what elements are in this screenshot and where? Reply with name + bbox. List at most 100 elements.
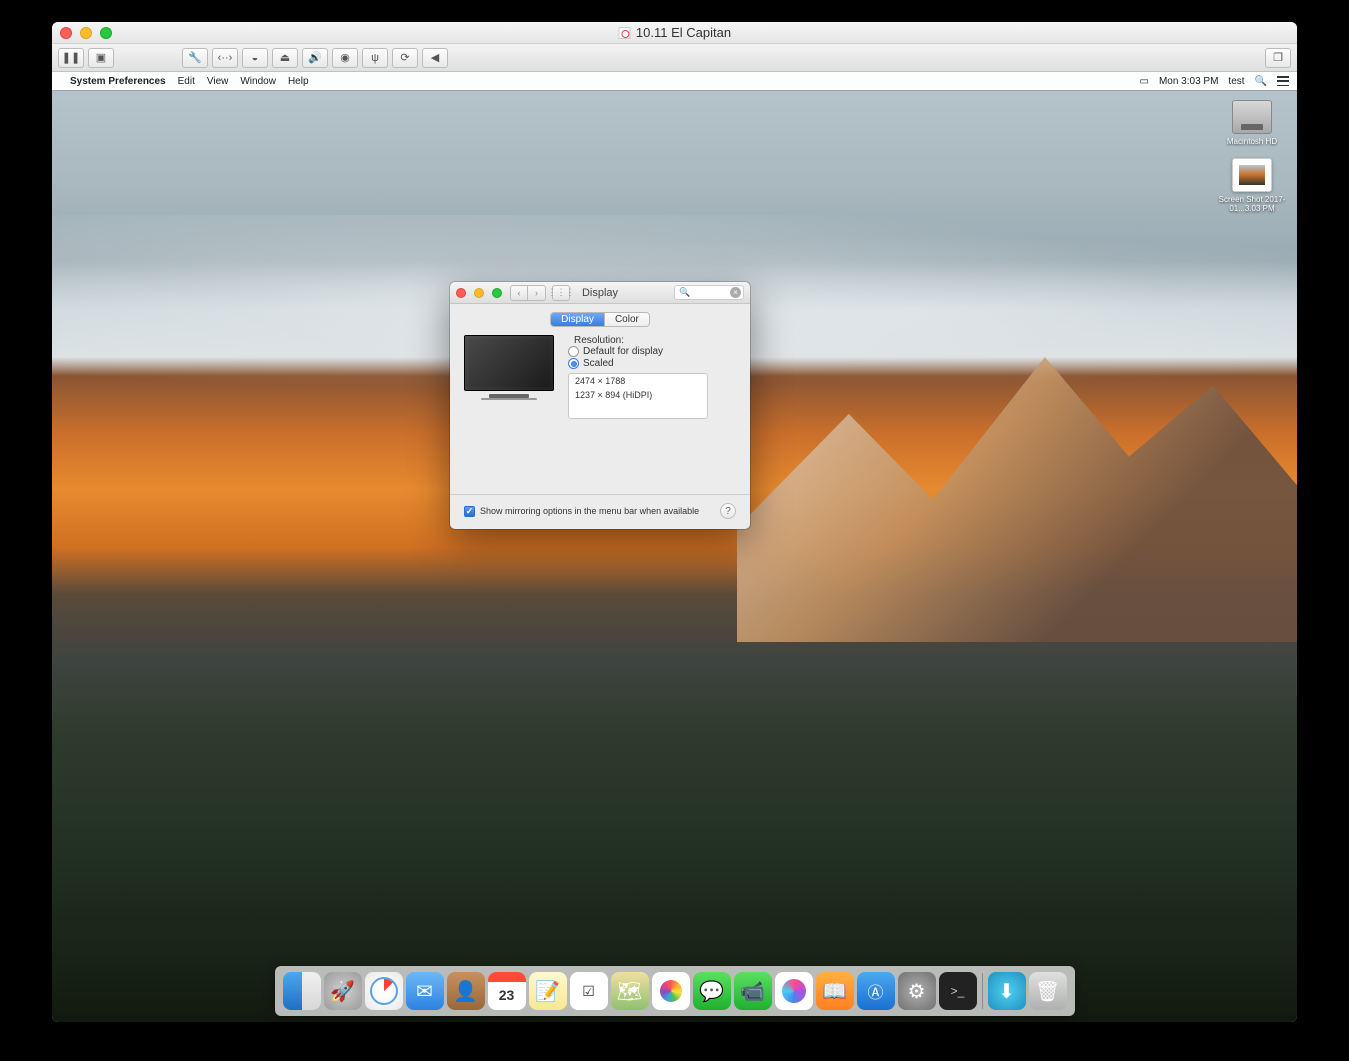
fullscreen-button[interactable]: ❐ xyxy=(1265,48,1291,68)
mirroring-checkbox[interactable]: ✓ xyxy=(464,506,475,517)
prefs-body: Display Color Resolution: xyxy=(450,304,750,438)
dock-notes[interactable]: 📝 xyxy=(529,972,567,1010)
dock-terminal[interactable]: >_ xyxy=(939,972,977,1010)
dock-itunes[interactable] xyxy=(775,972,813,1010)
prefs-zoom-button[interactable] xyxy=(492,288,502,298)
prefs-back-button[interactable]: ‹ xyxy=(510,285,528,301)
dock-finder[interactable] xyxy=(283,972,321,1010)
tab-display[interactable]: Display xyxy=(551,313,604,326)
grid-icon: ⋮⋮⋮ xyxy=(548,287,575,298)
menubar-clock[interactable]: Mon 3:03 PM xyxy=(1159,76,1218,87)
vmware-window: 10.11 El Capitan ❚❚ ▣ 🔧 ‹··› ◒ ⏏ 🔊 ◉ ψ ⟳… xyxy=(52,22,1297,1022)
chevron-right-icon: › xyxy=(535,288,538,298)
hard-disk-icon xyxy=(1232,100,1272,134)
resolution-option[interactable]: 1237 × 894 (HiDPI) xyxy=(569,388,707,402)
desktop-icon-macintosh-hd[interactable]: Macintosh HD xyxy=(1217,100,1287,146)
guest-desktop[interactable]: System Preferences Edit View Window Help… xyxy=(52,72,1297,1022)
prefs-show-all-button[interactable]: ⋮⋮⋮ xyxy=(552,285,570,301)
prefs-titlebar[interactable]: ‹ › ⋮⋮⋮ Display 🔍 × xyxy=(450,282,750,304)
prefs-minimize-button[interactable] xyxy=(474,288,484,298)
minimize-button[interactable] xyxy=(80,27,92,39)
back-icon: ◀ xyxy=(431,51,439,64)
menu-edit[interactable]: Edit xyxy=(178,76,195,87)
lock-button[interactable]: ⏏ xyxy=(272,48,298,68)
resolution-label: Resolution: xyxy=(568,335,624,346)
dock-facetime[interactable]: 📹 xyxy=(734,972,772,1010)
snapshot-icon: ▣ xyxy=(96,51,106,64)
radio-scaled[interactable] xyxy=(568,358,579,369)
dock-ibooks[interactable]: 📖 xyxy=(816,972,854,1010)
desktop-icon-screenshot[interactable]: Screen Shot 2017-01...3.03 PM xyxy=(1217,158,1287,213)
menu-window[interactable]: Window xyxy=(240,76,276,87)
menubar-user[interactable]: test xyxy=(1228,76,1244,87)
airplay-icon[interactable]: ▭ xyxy=(1139,76,1148,87)
dock-launchpad[interactable]: 🚀 xyxy=(324,972,362,1010)
sync-button[interactable]: ⟳ xyxy=(392,48,418,68)
menu-view[interactable]: View xyxy=(207,76,229,87)
spotlight-icon[interactable]: 🔍 xyxy=(1255,76,1267,87)
close-button[interactable] xyxy=(60,27,72,39)
network-button[interactable]: ‹··› xyxy=(212,48,238,68)
dock-photos[interactable] xyxy=(652,972,690,1010)
notification-center-icon[interactable] xyxy=(1277,76,1289,86)
radio-scaled-label: Scaled xyxy=(583,358,614,369)
screenshot-file-icon xyxy=(1232,158,1272,192)
zoom-button[interactable] xyxy=(100,27,112,39)
tab-color[interactable]: Color xyxy=(604,313,649,326)
dock-calendar[interactable]: 23 xyxy=(488,972,526,1010)
settings-button[interactable]: 🔧 xyxy=(182,48,208,68)
vmware-toolbar: ❚❚ ▣ 🔧 ‹··› ◒ ⏏ 🔊 ◉ ψ ⟳ ◀ ❐ xyxy=(52,44,1297,72)
vmware-traffic-lights xyxy=(60,27,112,39)
calendar-day: 23 xyxy=(499,987,515,1003)
prefs-close-button[interactable] xyxy=(456,288,466,298)
disk-button[interactable]: ◒ xyxy=(242,48,268,68)
resolution-radio-group: Default for display Scaled 2474 × 1788 1… xyxy=(568,346,708,419)
dock-appstore[interactable]: Ⓐ xyxy=(857,972,895,1010)
radio-default-label: Default for display xyxy=(583,346,663,357)
clear-search-icon[interactable]: × xyxy=(730,287,741,298)
vmware-titlebar[interactable]: 10.11 El Capitan xyxy=(52,22,1297,44)
dock-separator xyxy=(982,973,983,1009)
sync-icon: ⟳ xyxy=(400,51,409,64)
radio-scaled-row[interactable]: Scaled xyxy=(568,358,708,369)
dock-contacts[interactable]: 👤 xyxy=(447,972,485,1010)
radio-default-row[interactable]: Default for display xyxy=(568,346,708,357)
prefs-traffic-lights xyxy=(456,288,502,298)
vmware-title: 10.11 El Capitan xyxy=(618,25,731,40)
pause-button[interactable]: ❚❚ xyxy=(58,48,84,68)
menu-help[interactable]: Help xyxy=(288,76,309,87)
usb-button[interactable]: ψ xyxy=(362,48,388,68)
prefs-nav: ‹ › ⋮⋮⋮ xyxy=(510,285,570,301)
dock-maps[interactable]: 🗺 xyxy=(611,972,649,1010)
dock-system-preferences[interactable]: ⚙ xyxy=(898,972,936,1010)
wrench-icon: 🔧 xyxy=(188,51,202,64)
dock-reminders[interactable]: ☑ xyxy=(570,972,608,1010)
macos-menubar: System Preferences Edit View Window Help… xyxy=(52,72,1297,90)
resolution-panel: Resolution: Default for display Scaled xyxy=(568,335,736,422)
prefs-footer: ✓ Show mirroring options in the menu bar… xyxy=(450,494,750,529)
snapshot-button[interactable]: ▣ xyxy=(88,48,114,68)
mirroring-label: Show mirroring options in the menu bar w… xyxy=(480,506,699,516)
pause-icon: ❚❚ xyxy=(62,51,80,64)
camera-button[interactable]: ◉ xyxy=(332,48,358,68)
help-button[interactable]: ? xyxy=(720,503,736,519)
back-button[interactable]: ◀ xyxy=(422,48,448,68)
vm-icon xyxy=(618,27,630,39)
dock-messages[interactable]: 💬 xyxy=(693,972,731,1010)
dock-mail[interactable]: ✉ xyxy=(406,972,444,1010)
disk-icon: ◒ xyxy=(252,52,259,64)
camera-icon: ◉ xyxy=(340,51,350,64)
app-menu[interactable]: System Preferences xyxy=(70,76,166,87)
prefs-tab-control: Display Color xyxy=(550,312,650,327)
desktop-icon-label: Screen Shot 2017-01...3.03 PM xyxy=(1217,195,1287,213)
sound-button[interactable]: 🔊 xyxy=(302,48,328,68)
prefs-forward-button[interactable]: › xyxy=(528,285,546,301)
prefs-search-field[interactable]: 🔍 × xyxy=(674,285,744,300)
dock-downloads[interactable]: ⬇ xyxy=(988,972,1026,1010)
resolution-option[interactable]: 2474 × 1788 xyxy=(569,374,707,388)
dock-trash[interactable]: 🗑 xyxy=(1029,972,1067,1010)
radio-default[interactable] xyxy=(568,346,579,357)
dock-safari[interactable] xyxy=(365,972,403,1010)
resolution-list[interactable]: 2474 × 1788 1237 × 894 (HiDPI) xyxy=(568,373,708,419)
desktop-icon-label: Macintosh HD xyxy=(1217,137,1287,146)
